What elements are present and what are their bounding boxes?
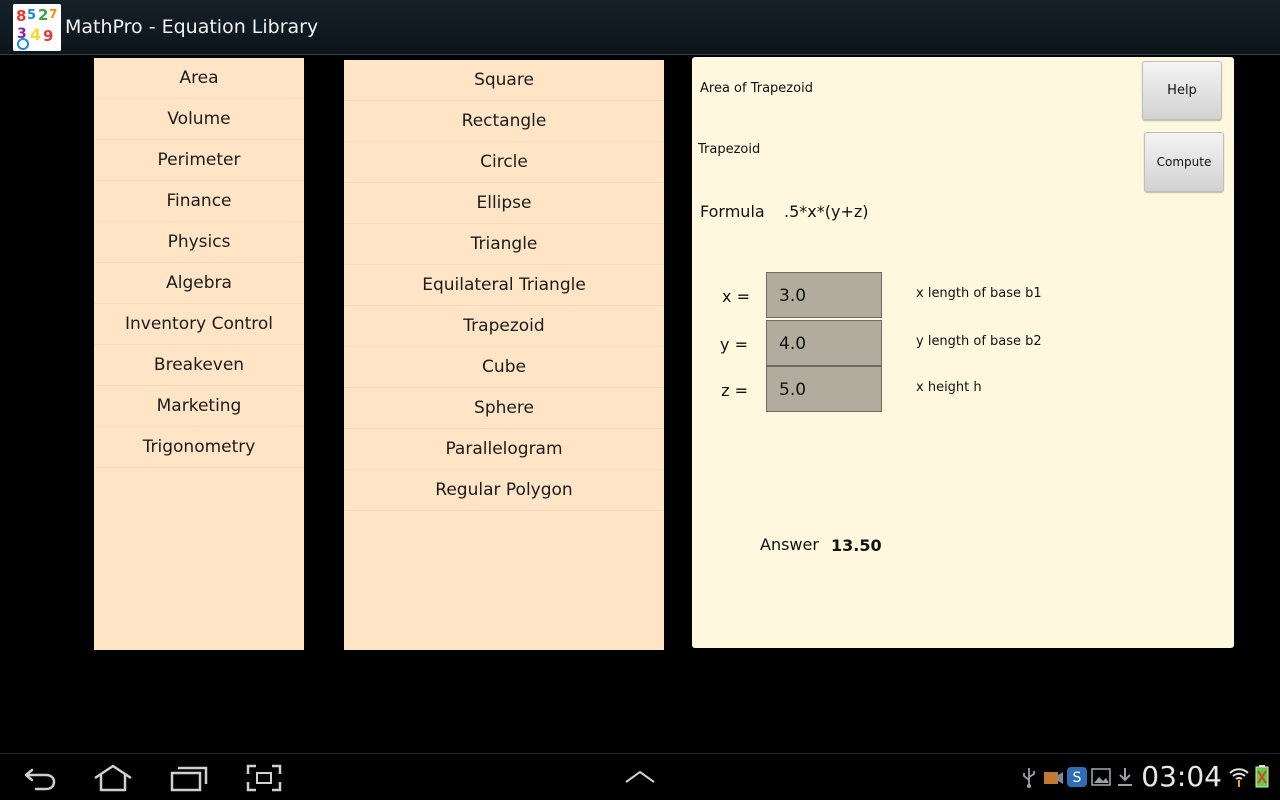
- system-clock: 03:04: [1141, 760, 1222, 793]
- svg-text:8: 8: [16, 7, 26, 25]
- app-logo-icon[interactable]: 8 5 2 7 3 4 9: [13, 4, 61, 51]
- shape-item-rectangle[interactable]: Rectangle: [344, 101, 664, 142]
- svg-text:7: 7: [49, 7, 57, 21]
- answer-label: Answer: [760, 535, 819, 554]
- category-item-volume[interactable]: Volume: [94, 99, 304, 140]
- app-screen: 8 5 2 7 3 4 9 MathPro - Equation Library…: [0, 0, 1280, 800]
- shape-item-equilateral-triangle[interactable]: Equilateral Triangle: [344, 265, 664, 306]
- svg-text:S: S: [1073, 770, 1082, 786]
- shape-item-sphere[interactable]: Sphere: [344, 388, 664, 429]
- shape-list: Square Rectangle Circle Ellipse Triangle…: [344, 60, 664, 650]
- formula-expression: .5*x*(y+z): [784, 202, 869, 221]
- app-title: MathPro - Equation Library: [65, 16, 319, 38]
- variable-x-input[interactable]: 3.0: [766, 272, 882, 318]
- gallery-icon: [1090, 766, 1112, 792]
- action-bar: 8 5 2 7 3 4 9 MathPro - Equation Library: [0, 0, 1280, 55]
- answer-value: 13.50: [831, 536, 882, 555]
- category-item-inventory-control[interactable]: Inventory Control: [94, 304, 304, 345]
- category-item-breakeven[interactable]: Breakeven: [94, 345, 304, 386]
- shape-item-ellipse[interactable]: Ellipse: [344, 183, 664, 224]
- shape-item-square[interactable]: Square: [344, 60, 664, 101]
- variable-y-description: y length of base b2: [916, 334, 1042, 349]
- recent-apps-icon[interactable]: [169, 762, 209, 794]
- shape-item-circle[interactable]: Circle: [344, 142, 664, 183]
- variable-y-input[interactable]: 4.0: [766, 320, 882, 366]
- equation-detail-panel: Area of Trapezoid Trapezoid Help Compute…: [692, 57, 1234, 648]
- back-icon[interactable]: [20, 762, 60, 794]
- variable-z-label: z =: [721, 381, 748, 400]
- download-icon: [1116, 766, 1134, 792]
- equation-heading: Area of Trapezoid: [700, 81, 813, 96]
- wifi-icon: [1228, 764, 1250, 792]
- up-arrow-icon[interactable]: [620, 762, 660, 794]
- usb-icon: [1020, 766, 1038, 792]
- category-item-algebra[interactable]: Algebra: [94, 263, 304, 304]
- category-list: Area Volume Perimeter Finance Physics Al…: [94, 58, 304, 650]
- variable-x-description: x length of base b1: [916, 286, 1042, 301]
- variable-x-label: x =: [722, 287, 750, 306]
- battery-icon: [1255, 764, 1269, 792]
- svg-text:5: 5: [27, 8, 36, 23]
- home-icon[interactable]: [93, 762, 133, 794]
- system-navigation-bar: S 03:04: [0, 753, 1280, 800]
- sync-icon: S: [1066, 766, 1088, 792]
- equation-subheading: Trapezoid: [698, 142, 761, 157]
- variable-z-description: x height h: [916, 380, 982, 395]
- compute-button[interactable]: Compute: [1144, 132, 1224, 192]
- shape-item-cube[interactable]: Cube: [344, 347, 664, 388]
- svg-text:9: 9: [43, 27, 53, 45]
- variable-z-input[interactable]: 5.0: [766, 366, 882, 412]
- category-item-perimeter[interactable]: Perimeter: [94, 140, 304, 181]
- help-button[interactable]: Help: [1142, 61, 1222, 120]
- media-icon: [1042, 766, 1064, 792]
- shape-item-regular-polygon[interactable]: Regular Polygon: [344, 470, 664, 511]
- category-item-area[interactable]: Area: [94, 58, 304, 99]
- shape-item-triangle[interactable]: Triangle: [344, 224, 664, 265]
- svg-text:4: 4: [30, 25, 41, 44]
- category-item-physics[interactable]: Physics: [94, 222, 304, 263]
- screenshot-icon[interactable]: [244, 762, 284, 794]
- svg-text:2: 2: [38, 6, 48, 24]
- variable-y-label: y =: [720, 335, 748, 354]
- formula-label: Formula: [700, 202, 765, 221]
- category-item-finance[interactable]: Finance: [94, 181, 304, 222]
- shape-item-parallelogram[interactable]: Parallelogram: [344, 429, 664, 470]
- category-item-trigonometry[interactable]: Trigonometry: [94, 427, 304, 468]
- category-item-marketing[interactable]: Marketing: [94, 386, 304, 427]
- shape-item-trapezoid[interactable]: Trapezoid: [344, 306, 664, 347]
